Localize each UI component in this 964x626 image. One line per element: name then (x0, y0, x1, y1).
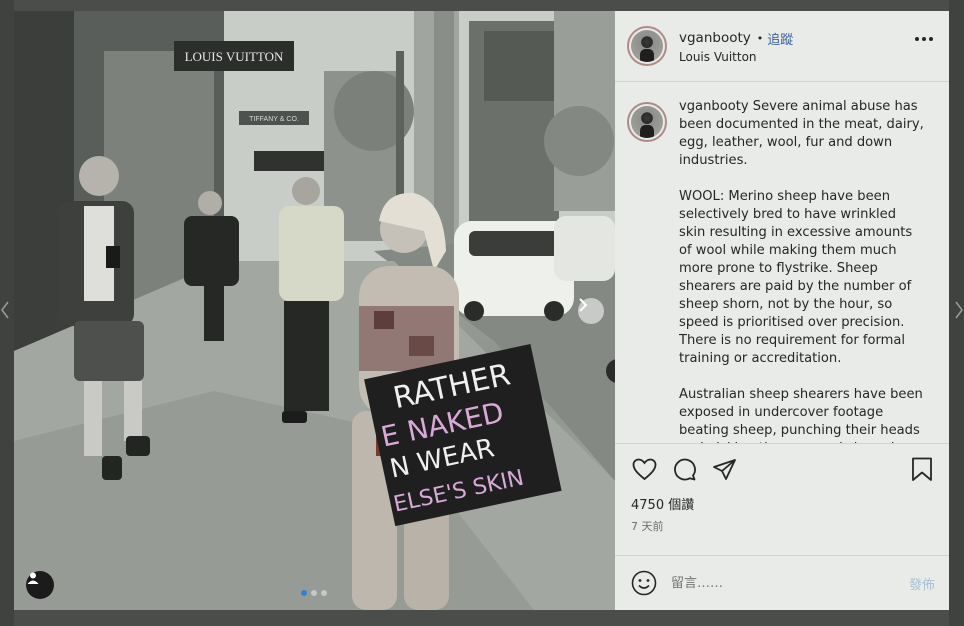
avatar[interactable] (627, 26, 667, 66)
share-icon[interactable] (711, 457, 737, 483)
comment-box: 發佈 (615, 555, 949, 610)
post-timestamp[interactable]: 7 天前 (615, 517, 949, 539)
store-sign-small-text: TIFFANY & CO. (249, 116, 299, 123)
avatar[interactable] (627, 102, 667, 142)
chevron-left-icon[interactable] (0, 300, 10, 320)
post-comment-button[interactable]: 發佈 (909, 574, 935, 593)
caption-username-link[interactable]: vganbooty (679, 99, 749, 114)
street-scene-image: LOUIS VUITTON TIFFANY & CO. RATHER E NAK… (14, 11, 615, 610)
carousel-next-button[interactable] (578, 298, 604, 324)
emoji-icon[interactable] (631, 570, 657, 596)
username-link[interactable]: vganbooty (679, 30, 751, 46)
carousel-dot (301, 590, 307, 596)
caption-paragraph-2: WOOL: Merino sheep have been selectively… (679, 189, 913, 366)
comment-icon[interactable] (671, 457, 697, 483)
chevron-right-icon (579, 298, 588, 312)
carousel-dot (311, 590, 317, 596)
comment-input[interactable] (671, 575, 909, 591)
post-photo[interactable]: LOUIS VUITTON TIFFANY & CO. RATHER E NAK… (14, 11, 615, 610)
more-options-icon[interactable] (915, 37, 933, 41)
caption-text: vganbooty Severe animal abuse has been d… (679, 98, 925, 443)
like-count[interactable]: 4750 個讚 (615, 495, 949, 517)
caption-paragraph-3: Australian sheep shearers have been expo… (679, 387, 923, 443)
separator-dot: • (756, 31, 764, 45)
bookmark-icon[interactable] (909, 457, 935, 483)
user-icon (27, 572, 39, 584)
post-side-panel: vganbooty • 追蹤 Louis Vuitton vganbooty S… (615, 11, 949, 610)
follow-button[interactable]: 追蹤 (767, 29, 793, 48)
post-header: vganbooty • 追蹤 Louis Vuitton (615, 11, 949, 82)
tagged-users-button[interactable] (26, 571, 54, 599)
action-bar (615, 443, 949, 495)
carousel-indicator (301, 590, 327, 596)
store-sign-text: LOUIS VUITTON (185, 49, 284, 64)
caption-area[interactable]: vganbooty Severe animal abuse has been d… (615, 82, 949, 443)
chevron-right-icon[interactable] (954, 300, 964, 320)
carousel-dot (321, 590, 327, 596)
location-link[interactable]: Louis Vuitton (679, 50, 793, 64)
heart-icon[interactable] (631, 457, 657, 483)
